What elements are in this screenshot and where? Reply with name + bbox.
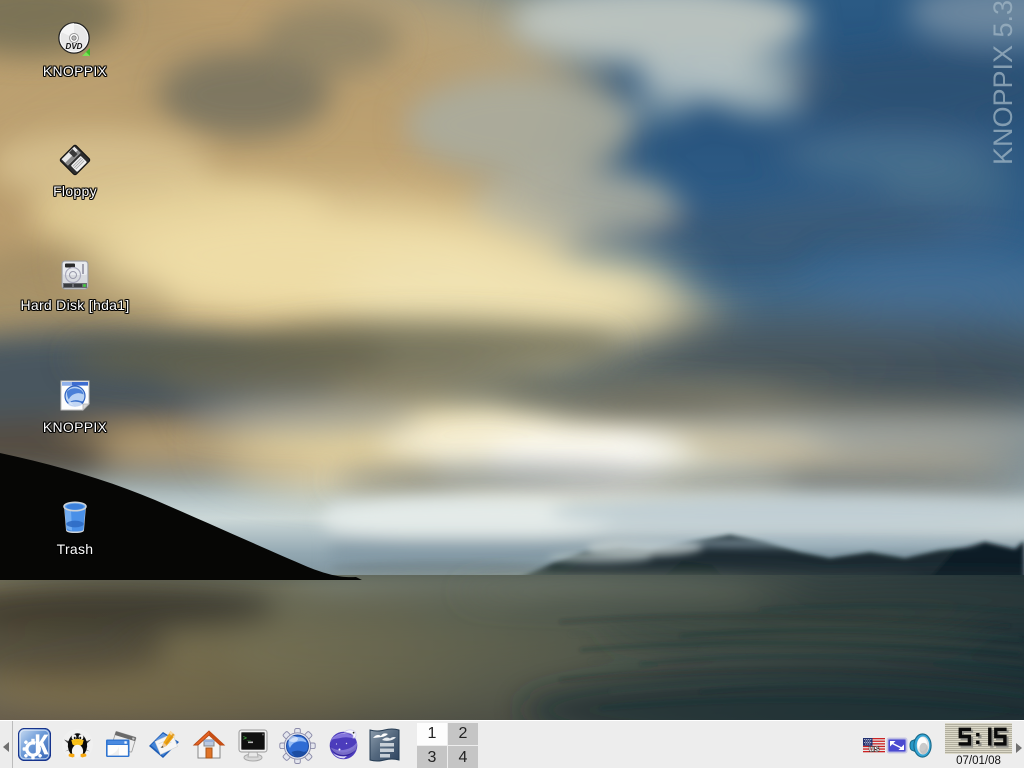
svg-text:DVD: DVD xyxy=(66,42,83,51)
svg-text:>_: >_ xyxy=(243,735,251,742)
svg-text:us: us xyxy=(869,744,880,753)
